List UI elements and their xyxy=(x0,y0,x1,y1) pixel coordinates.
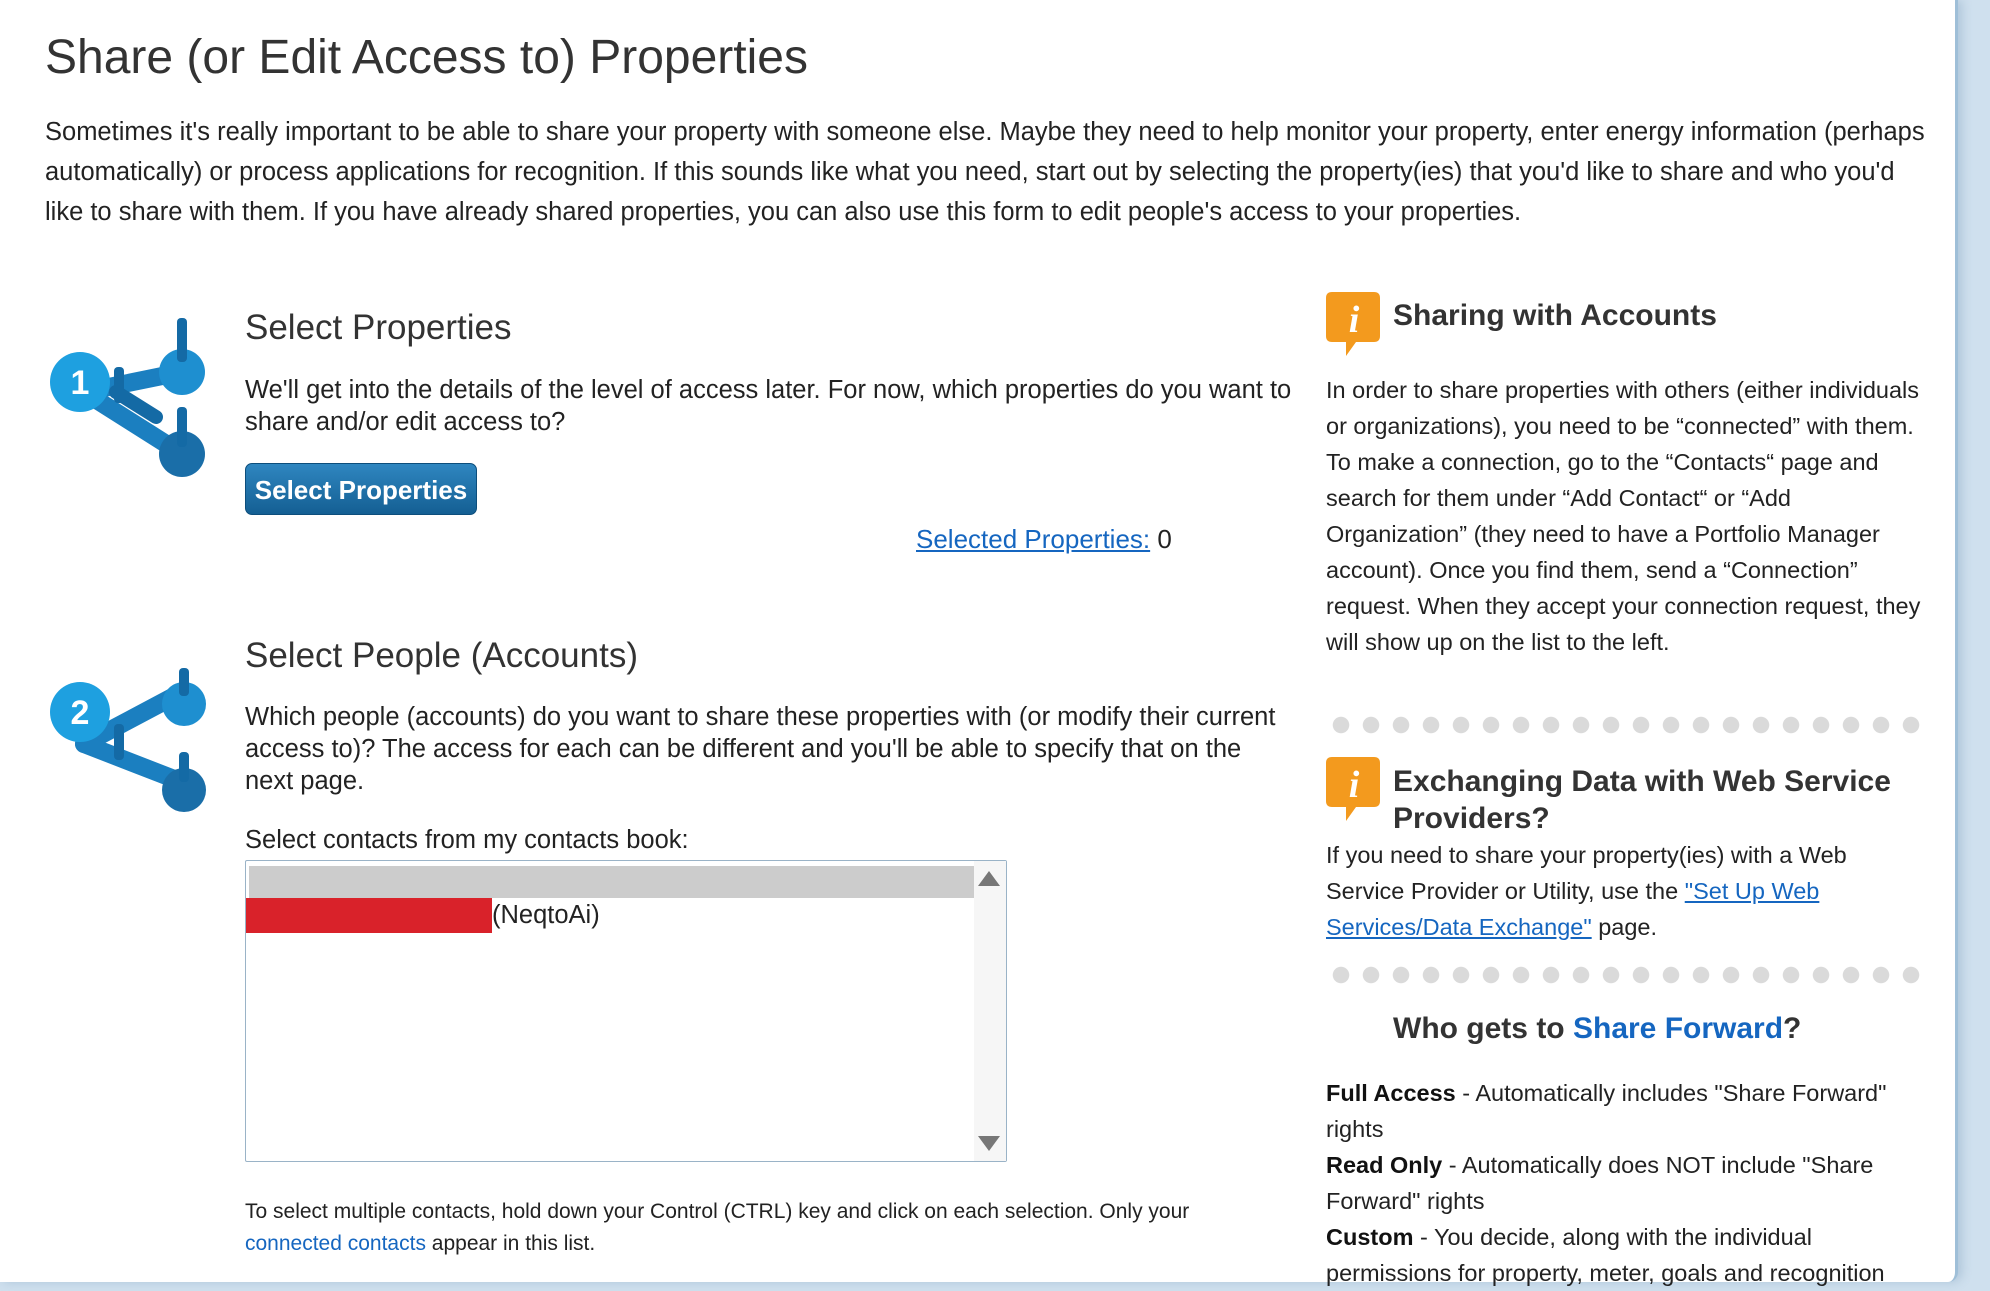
selected-properties-count: 0 xyxy=(1157,524,1172,554)
access-item: Custom - You decide, along with the indi… xyxy=(1326,1219,1926,1291)
step1-title: Select Properties xyxy=(245,308,512,347)
exchange-title: Exchanging Data with Web Service Provide… xyxy=(1393,765,1891,835)
contact-option-label: (NeqtoAi) xyxy=(492,901,600,929)
sharing-title: Sharing with Accounts xyxy=(1393,299,1717,332)
access-item: Full Access - Automatically includes "Sh… xyxy=(1326,1075,1926,1147)
contacts-footnote: To select multiple contacts, hold down y… xyxy=(245,1196,1285,1260)
footnote-text: To select multiple contacts, hold down y… xyxy=(245,1200,1190,1223)
intro-text: Sometimes it's really important to be ab… xyxy=(45,118,1925,226)
listbox-scrollbar[interactable] xyxy=(974,861,1006,1161)
scroll-up-icon[interactable] xyxy=(978,871,1000,886)
access-term: Read Only xyxy=(1326,1152,1443,1178)
share-network-icon: 1 xyxy=(50,318,205,477)
svg-text:i: i xyxy=(1349,764,1360,806)
connected-contacts-link[interactable]: connected contacts xyxy=(245,1232,426,1255)
dotted-divider xyxy=(1326,716,1928,734)
sharing-text: In order to share properties with others… xyxy=(1326,377,1921,655)
dotted-divider xyxy=(1326,966,1928,984)
page-title: Share (or Edit Access to) Properties xyxy=(45,31,808,84)
share-forward-title-start: Who gets to xyxy=(1393,1012,1573,1045)
selected-properties: Selected Properties: 0 xyxy=(916,524,1172,555)
share-forward-title-end: ? xyxy=(1783,1012,1802,1045)
share-forward-link[interactable]: Share Forward xyxy=(1573,1012,1783,1045)
scroll-down-icon[interactable] xyxy=(978,1136,1000,1151)
exchange-text-end: page. xyxy=(1591,914,1658,940)
step2-title: Select People (Accounts) xyxy=(245,636,638,675)
access-levels-list: Full Access - Automatically includes "Sh… xyxy=(1326,1075,1926,1291)
step1-number: 1 xyxy=(71,364,90,402)
footnote-text-end: appear in this list. xyxy=(425,1232,596,1255)
info-icon: i xyxy=(1326,292,1380,356)
contacts-label: Select contacts from my contacts book: xyxy=(245,826,689,854)
step2-number: 2 xyxy=(71,694,90,732)
exchange-text: If you need to share your property(ies) … xyxy=(1326,837,1926,945)
selected-properties-link[interactable]: Selected Properties: xyxy=(916,524,1150,554)
contact-option[interactable]: (NeqtoAi) xyxy=(246,894,971,933)
info-icon: i xyxy=(1326,757,1380,821)
share-forward-title: Who gets to Share Forward? xyxy=(1393,1012,1801,1046)
svg-text:i: i xyxy=(1349,299,1360,341)
access-item: Read Only - Automatically does NOT inclu… xyxy=(1326,1147,1926,1219)
contacts-listbox[interactable]: (NeqtoAi) xyxy=(245,860,1007,1162)
share-network-icon: 2 xyxy=(50,668,206,812)
main-panel: Share (or Edit Access to) Properties Som… xyxy=(0,0,1958,1286)
select-properties-button[interactable]: Select Properties xyxy=(245,463,477,515)
access-term: Custom xyxy=(1326,1224,1414,1250)
redacted-name xyxy=(246,898,492,933)
step2-text: Which people (accounts) do you want to s… xyxy=(245,703,1276,795)
access-term: Full Access xyxy=(1326,1080,1456,1106)
step1-text: We'll get into the details of the level … xyxy=(245,376,1292,436)
